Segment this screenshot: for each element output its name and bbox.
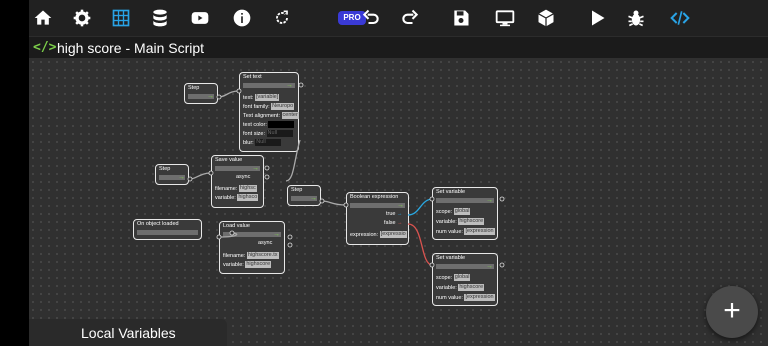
flow-arrow-icon: → [286, 82, 293, 89]
save-icon[interactable] [450, 7, 472, 29]
expression-field[interactable]: [expressio [379, 231, 407, 239]
youtube-icon[interactable] [189, 7, 211, 29]
set-text-node[interactable]: Set text → text: [variable] font family:… [239, 72, 299, 152]
bug-icon[interactable] [625, 7, 647, 29]
node-title: On object loaded [137, 221, 179, 227]
variable-row: variable: highsco [215, 194, 259, 202]
toolbar: PRO [29, 0, 768, 36]
flow-arrow-icon: → [397, 202, 404, 209]
blur-field[interactable]: Null [255, 139, 282, 147]
step-node[interactable]: Step → [155, 164, 189, 185]
add-node-button[interactable]: + [706, 286, 758, 338]
scope-field[interactable]: global [453, 208, 471, 216]
text-field[interactable]: [variable] [254, 94, 280, 102]
step-node[interactable]: Step → [287, 185, 321, 206]
app-root: PRO </> high score - Main Script Step → … [0, 0, 768, 346]
set-variable-node[interactable]: Set variable → scope: global variable: h… [432, 253, 498, 306]
grid-icon[interactable] [110, 7, 132, 29]
num-value-row: num value: [expression [436, 294, 495, 302]
false-output-label: false → [384, 220, 403, 226]
text-row: text: [variable] [243, 94, 280, 102]
node-title: Set text [243, 74, 262, 80]
num-value-field[interactable]: [expression [464, 294, 495, 302]
node-title: Step [188, 85, 200, 91]
scope-field[interactable]: global [453, 274, 471, 282]
node-title: Set variable [436, 255, 466, 261]
filename-row: filename: highsc [215, 185, 257, 193]
false-arrow-icon: → [397, 220, 403, 226]
alignment-row: Text alignment: center [243, 112, 299, 120]
blur-row: blur: Null [243, 139, 282, 147]
play-icon[interactable] [586, 7, 608, 29]
gear-icon[interactable] [71, 7, 93, 29]
home-icon[interactable] [32, 7, 54, 29]
async-label: async [236, 174, 251, 180]
node-canvas[interactable]: Step → Set text → text: [variable] font … [29, 58, 768, 346]
filename-field[interactable]: highscore.tx [246, 252, 279, 260]
filename-row: filename: highscore.tx [223, 252, 279, 260]
expression-row: expression: [expressio [350, 231, 407, 239]
flow-arrow-icon: → [207, 93, 214, 100]
script-title-bar: </> high score - Main Script [29, 36, 768, 58]
font-family-row: font family: Neuropo [243, 103, 295, 111]
refresh-icon[interactable] [271, 7, 293, 29]
font-size-field[interactable]: Null [266, 130, 293, 138]
node-title: Boolean expression [350, 194, 399, 200]
num-value-field[interactable]: [expression [464, 228, 495, 236]
node-title: Load value [223, 223, 250, 229]
alignment-field[interactable]: center [281, 112, 299, 120]
flow-arrow-icon: → [178, 174, 185, 181]
variable-field[interactable]: highsco [237, 194, 259, 202]
variable-field[interactable]: highscore [458, 218, 485, 226]
cube-icon[interactable] [535, 7, 557, 29]
text-color-row: text color: [243, 121, 295, 129]
flow-arrow-icon: → [486, 197, 493, 204]
variable-row: variable: highscore [223, 261, 272, 269]
redo-icon[interactable] [399, 7, 421, 29]
font-family-field[interactable]: Neuropo [271, 103, 295, 111]
monitor-icon[interactable] [494, 7, 516, 29]
local-variables-label: Local Variables [81, 325, 176, 341]
boolean-expression-node[interactable]: Boolean expression → true → false → expr… [346, 192, 409, 245]
code-icon[interactable] [669, 7, 691, 29]
async-label: async [258, 240, 273, 246]
local-variables-panel[interactable]: Local Variables [29, 319, 227, 346]
set-variable-node[interactable]: Set variable → scope: global variable: h… [432, 187, 498, 240]
node-title: Step [291, 187, 303, 193]
text-color-field[interactable] [268, 121, 295, 129]
on-object-loaded-node[interactable]: On object loaded [133, 219, 202, 240]
scope-row: scope: global [436, 274, 471, 282]
save-value-node[interactable]: Save value → async filename: highsc vari… [211, 155, 264, 208]
font-size-row: font size: Null [243, 130, 293, 138]
step-node[interactable]: Step → [184, 83, 218, 104]
num-value-row: num value: [expression [436, 228, 495, 236]
page-title: high score - Main Script [57, 40, 205, 56]
node-title: Save value [215, 157, 243, 163]
flow-arrow-icon: → [273, 231, 280, 238]
info-icon[interactable] [231, 7, 253, 29]
code-icon: </> [33, 40, 57, 55]
variable-field[interactable]: highscore [245, 261, 272, 269]
variable-row: variable: highscore [436, 284, 485, 292]
variable-row: variable: highscore [436, 218, 485, 226]
flow-arrow-icon: → [486, 263, 493, 270]
variable-field[interactable]: highscore [458, 284, 485, 292]
true-arrow-icon: → [397, 211, 403, 217]
flow-arrow-icon: → [310, 195, 317, 202]
database-icon[interactable] [149, 7, 171, 29]
scope-row: scope: global [436, 208, 471, 216]
node-title: Set variable [436, 189, 466, 195]
load-value-node[interactable]: Load value → async filename: highscore.t… [219, 221, 285, 274]
flow-arrow-icon: → [252, 165, 259, 172]
true-output-label: true → [386, 211, 403, 217]
node-title: Step [159, 166, 171, 172]
filename-field[interactable]: highsc [238, 185, 257, 193]
undo-icon[interactable] [360, 7, 382, 29]
